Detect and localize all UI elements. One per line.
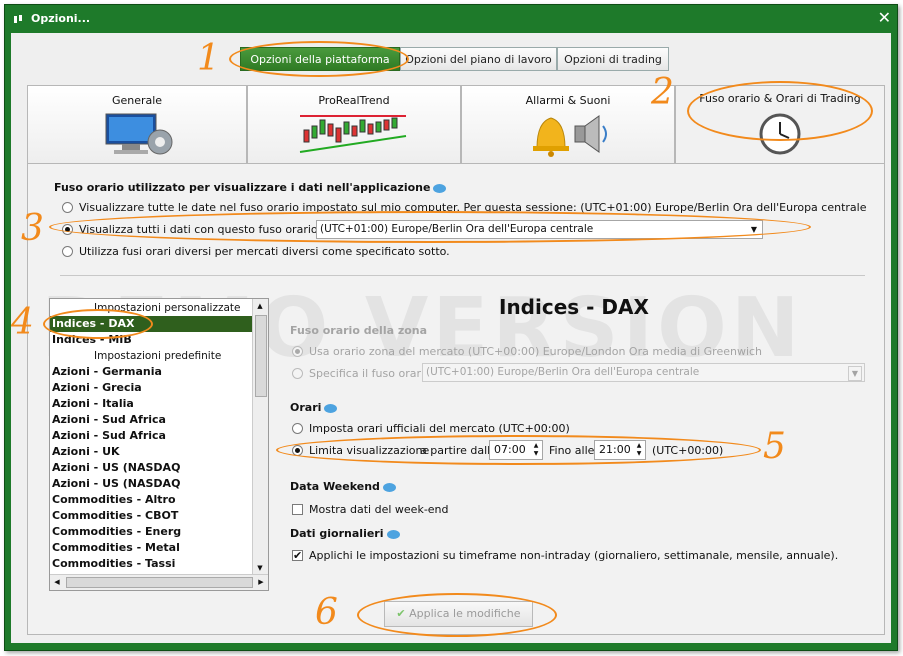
options-window: Opzioni... ✕ Opzioni della piattaforma O… [4, 4, 898, 651]
list-item[interactable]: Commodities - Metal [52, 540, 180, 556]
info-icon[interactable] [386, 529, 400, 539]
tab-workspace-options[interactable]: Opzioni del piano di lavoro [400, 47, 557, 71]
tab-general[interactable]: Generale [27, 85, 247, 164]
monitor-gear-icon [105, 113, 173, 155]
weekend-section-title: Data Weekend [290, 480, 396, 493]
timezone-section-title: Fuso orario utilizzato per visualizzare … [54, 181, 447, 194]
list-item[interactable]: Commodities - CBOT [52, 508, 178, 524]
info-icon[interactable] [324, 403, 338, 413]
list-item[interactable]: Commodities - Altro [52, 492, 176, 508]
divider [60, 275, 865, 276]
annotation-circle-4 [43, 309, 153, 339]
annotation-number-1: 1 [197, 38, 220, 79]
hscroll-thumb[interactable] [66, 577, 253, 588]
annotation-circle-2 [687, 81, 873, 141]
tab-alarms-sounds[interactable]: Allarmi & Suoni [461, 85, 675, 164]
tab-alarms-sounds-label: Allarmi & Suoni [525, 94, 611, 107]
list-item[interactable]: Azioni - Sud Africa [52, 428, 166, 444]
tab-general-label: Generale [111, 94, 163, 107]
radio-per-market-timezone-label: Utilizza fusi orari diversi per mercati … [79, 245, 450, 258]
list-item[interactable]: Azioni - US (NASDAQ [52, 476, 180, 492]
radio-official-hours[interactable] [292, 423, 303, 434]
radio-official-hours-label: Imposta orari ufficiali del mercato (UTC… [309, 422, 570, 435]
weekend-checkbox[interactable] [292, 504, 303, 515]
chevron-down-icon: ▼ [848, 366, 862, 381]
radio-specify-zone-label: Specifica il fuso orario: [309, 367, 435, 380]
list-item[interactable]: Azioni - US (NASDAQ [52, 460, 180, 476]
list-item[interactable]: Commodities - Tassi [52, 556, 175, 572]
window-title: Opzioni... [31, 12, 91, 25]
list-item[interactable]: Azioni - Germania [52, 364, 162, 380]
tab-prorealtrend[interactable]: ProRealTrend [247, 85, 461, 164]
daily-section-title: Dati giornalieri [290, 527, 400, 540]
tab-trading-options[interactable]: Opzioni di trading [557, 47, 669, 71]
app-icon [14, 15, 22, 23]
annotation-circle-5 [276, 435, 761, 465]
title-bar[interactable]: Opzioni... ✕ [5, 5, 897, 33]
info-icon[interactable] [433, 183, 447, 193]
scroll-left-icon[interactable]: ◀ [51, 576, 63, 588]
dialog-client: Opzioni della piattaforma Opzioni del pi… [11, 33, 891, 643]
horizontal-scrollbar[interactable]: ◀ ▶ [50, 574, 268, 590]
tab-prorealtrend-label: ProRealTrend [318, 94, 390, 107]
list-group-header: Impostazioni predefinite [94, 350, 222, 362]
list-item[interactable]: Azioni - Italia [52, 396, 134, 412]
scroll-right-icon[interactable]: ▶ [255, 576, 267, 588]
radio-market-zone-label: Usa orario zona del mercato (UTC+00:00) … [309, 345, 763, 358]
annotation-number-2: 2 [651, 72, 674, 113]
annotation-number-3: 3 [21, 208, 44, 249]
zone-timezone-select[interactable]: (UTC+01:00) Europe/Berlin Ora dell'Europ… [422, 363, 865, 382]
close-icon[interactable]: ✕ [878, 8, 891, 27]
radio-market-zone[interactable] [292, 346, 303, 357]
daily-checkbox[interactable]: ✔ [292, 550, 303, 561]
weekend-checkbox-label: Mostra dati del week-end [309, 503, 449, 516]
annotation-number-5: 5 [763, 426, 786, 467]
scroll-up-icon[interactable]: ▲ [254, 300, 266, 312]
zone-section-title: Fuso orario della zona [290, 324, 428, 337]
annotation-circle-1 [229, 41, 409, 77]
bell-speaker-icon [533, 115, 607, 157]
daily-checkbox-label: Applichi le impostazioni su timeframe no… [309, 549, 839, 562]
list-item[interactable]: Azioni - Grecia [52, 380, 142, 396]
radio-per-market-timezone[interactable] [62, 246, 73, 257]
vertical-scrollbar[interactable]: ▲ ▼ [252, 299, 268, 575]
annotation-circle-6 [357, 593, 557, 637]
list-item[interactable]: Azioni - UK [52, 444, 120, 460]
scroll-down-icon[interactable]: ▼ [254, 562, 266, 574]
list-item[interactable]: Commodities - Energ [52, 524, 181, 540]
radio-use-computer-timezone[interactable] [62, 202, 73, 213]
annotation-circle-3 [49, 211, 811, 243]
market-heading: Indices - DAX [499, 295, 649, 319]
info-icon[interactable] [382, 482, 396, 492]
hours-section-title: Orari [290, 401, 338, 414]
annotation-number-6: 6 [315, 592, 338, 633]
annotation-number-4: 4 [11, 302, 34, 343]
scroll-thumb[interactable] [255, 315, 267, 397]
trend-chart-icon [299, 115, 407, 153]
list-item[interactable]: Azioni - Sud Africa [52, 412, 166, 428]
radio-specify-zone[interactable] [292, 368, 303, 379]
market-list[interactable]: Impostazioni personalizzate Indices - DAX… [49, 298, 269, 591]
